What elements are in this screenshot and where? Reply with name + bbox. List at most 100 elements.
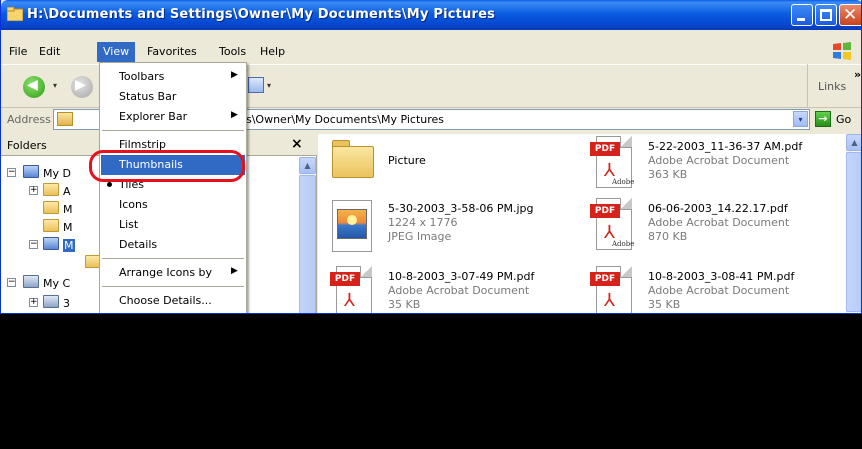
file-item-pdf[interactable]: PDF ⅄ 10-8-2003_3-07-49 PM.pdf Adobe Acr… [318, 264, 578, 313]
menu-item-label: Toolbars [119, 70, 165, 83]
file-item-pdf[interactable]: PDF ⅄ Adobe 06-06-2003_14.22.17.pdf Adob… [578, 196, 838, 260]
folders-scrollbar[interactable]: ▲ [299, 157, 316, 313]
file-name: 06-06-2003_14.22.17.pdf [648, 202, 788, 215]
back-button[interactable]: ◀ [23, 76, 45, 98]
menu-separator [102, 258, 244, 259]
folder-icon [7, 7, 23, 21]
file-list-pane: Picture PDF ⅄ Adobe 5-22-2003_11-36-37 A… [318, 134, 861, 313]
forward-arrow-icon: ▶ [75, 77, 86, 93]
menu-item-label: List [119, 218, 139, 231]
tree-item-label: A [63, 185, 71, 198]
jpeg-icon [332, 200, 372, 252]
links-chevron-icon[interactable]: » [854, 68, 861, 81]
file-name: 5-22-2003_11-36-37 AM.pdf [648, 140, 803, 153]
file-type: Adobe Acrobat Document [648, 154, 790, 167]
menu-item-choose-details[interactable]: Choose Details... [101, 291, 245, 311]
pdf-icon: PDF ⅄ Adobe [590, 136, 634, 190]
radio-bullet-icon [107, 182, 112, 187]
file-type: Adobe Acrobat Document [388, 284, 530, 297]
menu-item-list[interactable]: List [101, 215, 245, 235]
black-band [0, 314, 862, 449]
collapse-icon[interactable]: − [7, 278, 16, 287]
collapse-icon[interactable]: − [29, 240, 38, 249]
submenu-arrow-icon: ▶ [231, 110, 238, 120]
views-dropdown-icon[interactable]: ▾ [267, 81, 271, 90]
menu-separator [102, 130, 244, 131]
folder-icon [43, 201, 59, 214]
tree-item-label: My C [43, 277, 71, 290]
scroll-up-icon[interactable]: ▲ [846, 134, 861, 151]
menu-separator [102, 286, 244, 287]
expand-icon[interactable]: + [29, 186, 38, 195]
menu-item-status-bar[interactable]: Status Bar [101, 87, 245, 107]
minimize-button[interactable] [791, 4, 813, 26]
scroll-up-icon[interactable]: ▲ [299, 157, 316, 174]
menu-item-toolbars[interactable]: Toolbars ▶ [101, 67, 245, 87]
my-pictures-icon [43, 237, 59, 250]
annotation-highlight-ring [89, 150, 245, 182]
folder-icon [332, 140, 374, 178]
maximize-icon [820, 9, 832, 21]
file-type: Adobe Acrobat Document [648, 284, 790, 297]
menu-item-label: Status Bar [119, 90, 177, 103]
scrollbar-thumb[interactable] [299, 175, 316, 313]
folder-icon [43, 183, 59, 196]
go-arrow-icon[interactable]: → [815, 111, 831, 127]
back-arrow-icon: ◀ [27, 77, 38, 93]
tree-item-label: 3 [63, 297, 70, 310]
menu-item-label: Icons [119, 198, 148, 211]
collapse-icon[interactable]: − [7, 168, 16, 177]
menu-bar: File Edit View Favorites Tools Help [1, 42, 861, 62]
menu-file[interactable]: File [3, 42, 33, 62]
address-value[interactable]: gs\Owner\My Documents\My Pictures [239, 113, 444, 126]
file-size: 363 KB [648, 168, 688, 181]
address-dropdown-button[interactable]: ▾ [793, 111, 808, 127]
submenu-arrow-icon: ▶ [231, 70, 238, 80]
submenu-arrow-icon: ▶ [231, 266, 238, 276]
maximize-button[interactable] [815, 4, 837, 26]
forward-button[interactable]: ▶ [71, 76, 93, 98]
close-icon: ✕ [843, 5, 858, 25]
menu-item-explorer-bar[interactable]: Explorer Bar ▶ [101, 107, 245, 127]
menu-item-icons[interactable]: Icons [101, 195, 245, 215]
file-name: 10-8-2003_3-08-41 PM.pdf [648, 270, 795, 283]
close-folders-pane-icon[interactable]: × [291, 136, 303, 152]
views-icon[interactable] [248, 77, 264, 93]
title-bar[interactable]: H:\Documents and Settings\Owner\My Docum… [1, 0, 861, 30]
file-item-picture-folder[interactable]: Picture [318, 134, 578, 198]
file-item-pdf[interactable]: PDF ⅄ Adobe 5-22-2003_11-36-37 AM.pdf Ad… [578, 134, 838, 198]
file-list-scrollbar[interactable]: ▲ [846, 134, 861, 313]
menu-tools[interactable]: Tools [213, 42, 252, 62]
folder-icon [43, 219, 59, 232]
explorer-window: H:\Documents and Settings\Owner\My Docum… [0, 0, 862, 314]
menu-favorites[interactable]: Favorites [141, 42, 203, 62]
menu-help[interactable]: Help [254, 42, 291, 62]
menu-edit[interactable]: Edit [33, 42, 66, 62]
tree-item-label: M [63, 203, 73, 216]
file-name: Picture [388, 154, 426, 167]
address-label: Address [7, 113, 51, 126]
computer-icon [23, 275, 39, 288]
close-button[interactable]: ✕ [839, 4, 861, 26]
scrollbar-thumb[interactable] [846, 152, 861, 312]
expand-icon[interactable]: + [29, 298, 38, 307]
menu-item-label: Explorer Bar [119, 110, 188, 123]
file-item-pdf[interactable]: PDF ⅄ 10-8-2003_3-08-41 PM.pdf Adobe Acr… [578, 264, 838, 313]
menu-item-label: Arrange Icons by [119, 266, 213, 279]
go-button[interactable]: Go [836, 113, 851, 126]
links-label[interactable]: Links [818, 80, 846, 93]
file-name: 10-8-2003_3-07-49 PM.pdf [388, 270, 535, 283]
menu-view[interactable]: View [97, 42, 136, 62]
file-size: 870 KB [648, 230, 688, 243]
view-menu-dropdown: Toolbars ▶ Status Bar Explorer Bar ▶ Fil… [99, 62, 247, 313]
my-documents-icon [23, 165, 39, 178]
menu-item-details[interactable]: Details [101, 235, 245, 255]
folders-pane-title: Folders [7, 139, 47, 152]
back-dropdown-icon[interactable]: ▾ [53, 81, 57, 90]
pdf-icon: PDF ⅄ [330, 266, 374, 313]
file-size: 35 KB [388, 298, 421, 311]
menu-item-arrange-icons-by[interactable]: Arrange Icons by ▶ [101, 263, 245, 283]
file-item-jpg[interactable]: 5-30-2003_3-58-06 PM.jpg 1224 x 1776 JPE… [318, 196, 578, 260]
pdf-icon: PDF ⅄ Adobe [590, 198, 634, 252]
windows-logo-icon [833, 42, 851, 60]
